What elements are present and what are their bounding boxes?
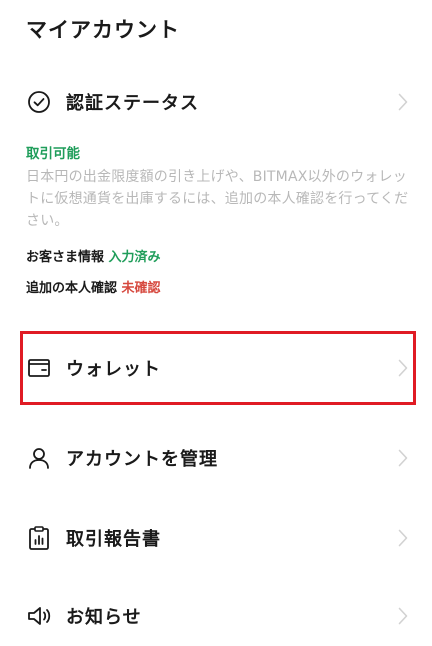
page-title: マイアカウント (26, 18, 180, 42)
chevron-right-icon (396, 90, 410, 114)
verification-status-label: 認証ステータス (66, 93, 199, 114)
news-label: お知らせ (66, 607, 142, 628)
chevron-right-icon (396, 526, 410, 550)
report-clipboard-icon (26, 525, 52, 551)
verification-description: 日本円の出金限度額の引き上げや、BITMAX以外のウォレットに仮想通貨を出庫する… (26, 169, 409, 229)
trading-reports-label: 取引報告書 (66, 529, 161, 550)
wallet-highlight-box (20, 331, 416, 405)
additional-check-line: 追加の本人確認 未確認 (26, 277, 416, 296)
verification-status-row[interactable]: 認証ステータス (0, 82, 432, 122)
customer-info-line: お客さま情報 入力済み (26, 246, 416, 265)
check-circle-icon (26, 89, 52, 115)
user-icon (26, 445, 52, 471)
trading-reports-row[interactable]: 取引報告書 (0, 518, 432, 558)
additional-check-label: 追加の本人確認 (26, 281, 118, 296)
my-account-page: マイアカウント 認証ステータス 取引可能 日本円の出金限度額の引き上げや、BIT… (0, 0, 432, 646)
chevron-right-icon (396, 446, 410, 470)
account-management-label: アカウントを管理 (66, 449, 218, 470)
customer-info-status: 入力済み (108, 250, 161, 265)
verification-details: 取引可能 日本円の出金限度額の引き上げや、BITMAX以外のウォレットに仮想通貨… (26, 142, 416, 296)
speaker-icon (26, 603, 52, 629)
news-row[interactable]: お知らせ (0, 596, 432, 636)
chevron-right-icon (396, 604, 410, 628)
additional-check-status: 未確認 (121, 281, 161, 296)
trading-status: 取引可能 (26, 146, 80, 162)
account-management-row[interactable]: アカウントを管理 (0, 438, 432, 478)
customer-info-label: お客さま情報 (26, 250, 105, 265)
